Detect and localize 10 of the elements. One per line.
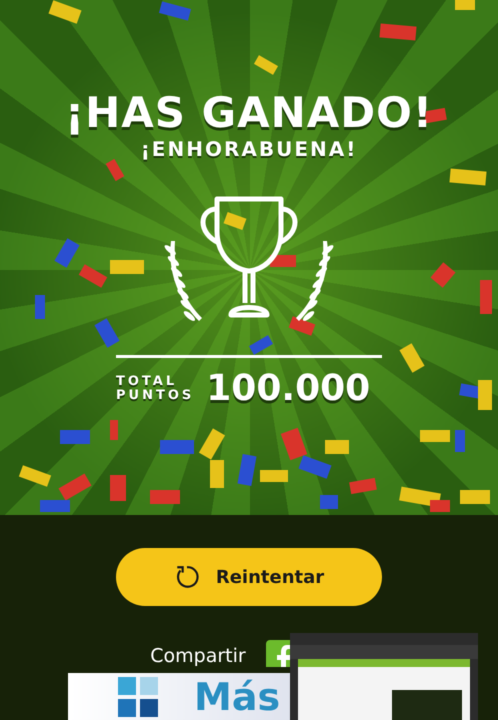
total-points-label: TOTAL PUNTOS [116, 374, 194, 402]
win-title: ¡HAS GANADO! [64, 88, 434, 137]
tiles-logo-icon [118, 676, 158, 716]
screenshot-thumbnail[interactable] [290, 633, 478, 720]
ad-text: Más [194, 674, 280, 718]
retry-button[interactable]: Reintentar [116, 548, 382, 606]
share-label: Compartir [150, 644, 246, 666]
congrats-subtitle: ¡ENHORABUENA! [140, 137, 358, 161]
facebook-icon[interactable] [266, 640, 290, 667]
score-value: 100.000 [206, 368, 370, 409]
